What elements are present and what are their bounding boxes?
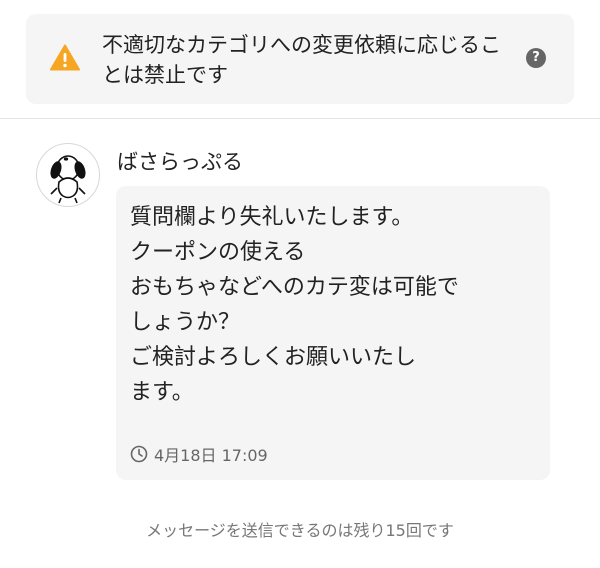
message-line: おもちゃなどへのカテ変は可能で [130,275,459,300]
remaining-messages-notice: メッセージを送信できるのは残り15回です [146,521,454,540]
avatar[interactable] [36,143,100,207]
message-body: 質問欄より失礼いたします。 クーポンの使える おもちゃなどへのカテ変は可能で し… [130,200,530,410]
timestamp: 4月18日 17:09 [130,442,268,466]
divider [0,118,600,119]
message-line: クーポンの使える [130,240,306,265]
help-icon[interactable]: ? [526,48,546,68]
dog-avatar-icon [50,155,86,204]
clock-icon [130,445,148,463]
message-line: ご検討よろしくお願いいたし [130,345,417,370]
warning-banner: 不適切なカテゴリへの変更依頼に応じることは禁止です ? [26,14,574,104]
warning-triangle-icon [50,44,80,71]
message-bubble: 質問欄より失礼いたします。 クーポンの使える おもちゃなどへのカテ変は可能で し… [116,186,550,480]
sender-name[interactable]: ばさらっぷる [117,148,243,176]
timestamp-text: 4月18日 17:09 [154,446,268,465]
message-line: ます。 [130,380,194,405]
warning-text: 不適切なカテゴリへの変更依頼に応じることは禁止です [102,33,501,87]
message-line: しょうか？ [130,310,241,335]
message-line: 質問欄より失礼いたします。 [130,205,414,230]
